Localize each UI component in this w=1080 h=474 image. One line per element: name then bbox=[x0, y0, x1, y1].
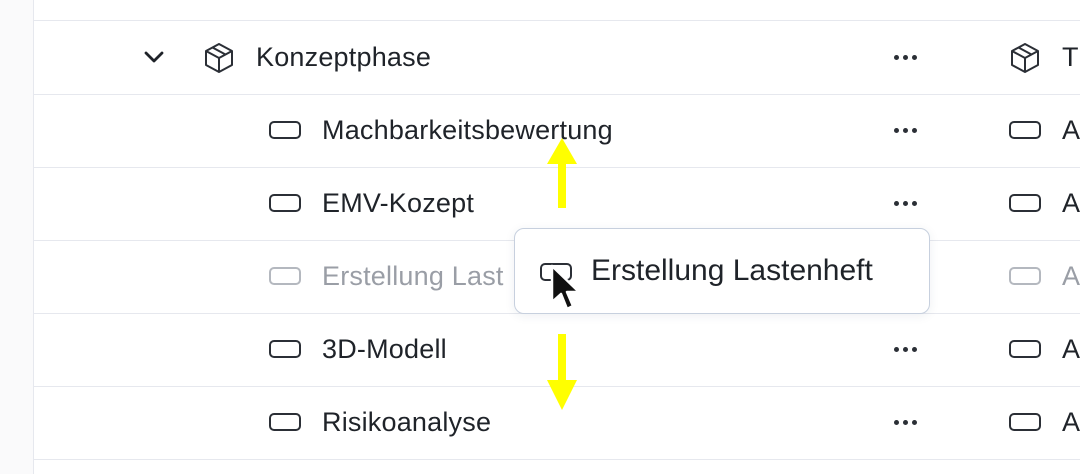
rectangle-icon bbox=[269, 340, 301, 358]
column2-label: A bbox=[1062, 407, 1080, 437]
move-down-arrow-icon bbox=[547, 334, 577, 410]
rectangle-icon bbox=[1009, 121, 1041, 139]
rectangle-icon bbox=[1009, 340, 1041, 358]
tree-row-label: 3D-Modell bbox=[322, 334, 447, 364]
rectangle-icon bbox=[269, 413, 301, 431]
more-horizontal-icon[interactable] bbox=[884, 45, 926, 69]
tree-row-label: Erstellung Last bbox=[322, 261, 504, 291]
tree-view: Konzeptphase T Machbarkeitsbewertung A E… bbox=[0, 0, 1080, 474]
column2-label: A bbox=[1062, 261, 1080, 291]
column2-label: A bbox=[1062, 115, 1080, 145]
more-horizontal-icon[interactable] bbox=[884, 410, 926, 434]
chevron-down-icon[interactable] bbox=[141, 44, 167, 70]
more-horizontal-icon[interactable] bbox=[884, 337, 926, 361]
tree-row-parent[interactable]: Konzeptphase T bbox=[34, 21, 1080, 93]
left-gutter bbox=[0, 0, 34, 474]
column2-label: A bbox=[1062, 334, 1080, 364]
tree-row-label: EMV-Kozept bbox=[322, 188, 475, 218]
tree-row-label: Risikoanalyse bbox=[322, 407, 492, 437]
rectangle-icon bbox=[269, 194, 301, 212]
rectangle-icon bbox=[269, 121, 301, 139]
column2-label: A bbox=[1062, 188, 1080, 218]
drag-preview-label: Erstellung Lastenheft bbox=[591, 254, 873, 287]
row-divider bbox=[34, 459, 1080, 460]
tree-row-label: Konzeptphase bbox=[256, 42, 432, 72]
package-icon bbox=[205, 43, 233, 73]
rectangle-icon bbox=[1009, 194, 1041, 212]
rectangle-icon bbox=[269, 267, 301, 285]
more-horizontal-icon[interactable] bbox=[884, 191, 926, 215]
rectangle-icon bbox=[1009, 267, 1041, 285]
column2-label: T bbox=[1062, 42, 1079, 72]
package-icon bbox=[1011, 43, 1039, 73]
mouse-pointer-icon bbox=[550, 264, 581, 311]
more-horizontal-icon[interactable] bbox=[884, 118, 926, 142]
move-up-arrow-icon bbox=[547, 138, 577, 208]
rectangle-icon bbox=[1009, 413, 1041, 431]
